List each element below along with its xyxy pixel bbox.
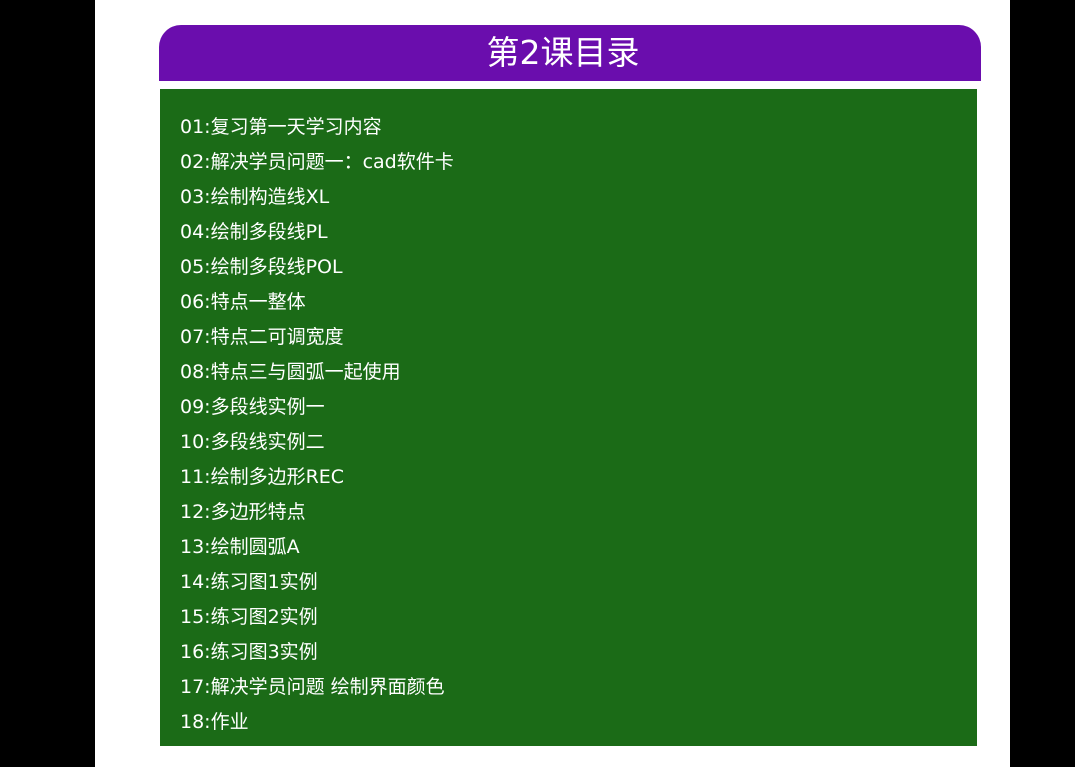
lesson-item[interactable]: 01:复习第一天学习内容 (180, 113, 977, 148)
lesson-item[interactable]: 13:绘制圆弧A (180, 533, 977, 568)
lesson-item[interactable]: 04:绘制多段线PL (180, 218, 977, 253)
lesson-item[interactable]: 05:绘制多段线POL (180, 253, 977, 288)
lesson-item[interactable]: 08:特点三与圆弧一起使用 (180, 358, 977, 393)
page-content: 第2课目录 01:复习第一天学习内容 02:解决学员问题一：cad软件卡 03:绘制… (95, 0, 1010, 767)
lesson-item[interactable]: 16:练习图3实例 (180, 638, 977, 673)
lesson-item[interactable]: 11:绘制多边形REC (180, 463, 977, 498)
lesson-item[interactable]: 07:特点二可调宽度 (180, 323, 977, 358)
lesson-item[interactable]: 02:解决学员问题一：cad软件卡 (180, 148, 977, 183)
lesson-item[interactable]: 14:练习图1实例 (180, 568, 977, 603)
lesson-item[interactable]: 10:多段线实例二 (180, 428, 977, 463)
lesson-item[interactable]: 18:作业 (180, 708, 977, 743)
page-title: 第2课目录 (159, 25, 981, 81)
lesson-panel: 01:复习第一天学习内容 02:解决学员问题一：cad软件卡 03:绘制构造线XL 0… (160, 89, 977, 746)
lesson-item[interactable]: 06:特点一整体 (180, 288, 977, 323)
lesson-list: 01:复习第一天学习内容 02:解决学员问题一：cad软件卡 03:绘制构造线XL 0… (180, 113, 977, 743)
lesson-item[interactable]: 03:绘制构造线XL (180, 183, 977, 218)
lesson-item[interactable]: 15:练习图2实例 (180, 603, 977, 638)
lesson-item[interactable]: 09:多段线实例一 (180, 393, 977, 428)
lesson-item[interactable]: 17:解决学员问题 绘制界面颜色 (180, 673, 977, 708)
lesson-item[interactable]: 12:多边形特点 (180, 498, 977, 533)
